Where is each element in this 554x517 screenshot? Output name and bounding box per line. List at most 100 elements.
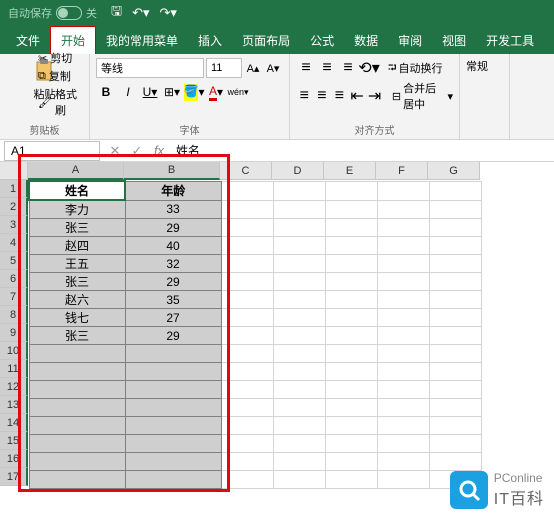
cell-E15[interactable] [325, 435, 377, 453]
accept-formula-icon[interactable]: ✓ [126, 141, 148, 161]
cell-F13[interactable] [377, 399, 429, 417]
align-bottom-button[interactable]: ≡ [338, 58, 358, 78]
cell-D4[interactable] [273, 237, 325, 255]
cell-C13[interactable] [221, 399, 273, 417]
row-header-15[interactable]: 15 [0, 432, 28, 450]
cell-C6[interactable] [221, 273, 273, 291]
row-header-16[interactable]: 16 [0, 450, 28, 468]
cell-C4[interactable] [221, 237, 273, 255]
cell-E5[interactable] [325, 255, 377, 273]
row-header-9[interactable]: 9 [0, 324, 28, 342]
cell-A11[interactable] [29, 363, 125, 381]
row-header-1[interactable]: 1 [0, 180, 28, 198]
align-center-button[interactable]: ≡ [314, 86, 331, 106]
cell-G4[interactable] [429, 237, 481, 255]
cell-D11[interactable] [273, 363, 325, 381]
cell-F10[interactable] [377, 345, 429, 363]
cell-B2[interactable]: 33 [125, 200, 221, 219]
cell-C15[interactable] [221, 435, 273, 453]
align-right-button[interactable]: ≡ [331, 86, 348, 106]
cell-G14[interactable] [429, 417, 481, 435]
cell-G12[interactable] [429, 381, 481, 399]
cell-C16[interactable] [221, 453, 273, 471]
cell-D10[interactable] [273, 345, 325, 363]
cell-A14[interactable] [29, 417, 125, 435]
border-button[interactable]: ⊞▾ [162, 82, 182, 102]
cell-B10[interactable] [125, 345, 221, 363]
orientation-button[interactable]: ⟲▾ [359, 58, 379, 78]
cell-D12[interactable] [273, 381, 325, 399]
tab-页面布局[interactable]: 页面布局 [232, 27, 300, 54]
row-header-5[interactable]: 5 [0, 252, 28, 270]
cell-F3[interactable] [377, 219, 429, 237]
bold-button[interactable]: B [96, 82, 116, 102]
row-header-8[interactable]: 8 [0, 306, 28, 324]
cell-D17[interactable] [273, 471, 325, 489]
cell-B9[interactable]: 29 [125, 327, 221, 345]
cell-B6[interactable]: 29 [125, 273, 221, 291]
name-box[interactable] [4, 141, 100, 161]
decrease-font-button[interactable]: A▾ [264, 58, 282, 78]
italic-button[interactable]: I [118, 82, 138, 102]
cell-F2[interactable] [377, 200, 429, 219]
copy-button[interactable]: ⧉复制 [38, 68, 83, 84]
cell-G11[interactable] [429, 363, 481, 381]
cell-A1[interactable]: 姓名 [29, 181, 125, 200]
cell-B11[interactable] [125, 363, 221, 381]
select-all-cell[interactable] [0, 162, 28, 180]
cell-B5[interactable]: 32 [125, 255, 221, 273]
cell-E6[interactable] [325, 273, 377, 291]
cell-A5[interactable]: 王五 [29, 255, 125, 273]
cell-E16[interactable] [325, 453, 377, 471]
cell-D8[interactable] [273, 309, 325, 327]
cell-B16[interactable] [125, 453, 221, 471]
cell-C11[interactable] [221, 363, 273, 381]
save-icon[interactable]: 🖫 [111, 2, 122, 24]
phonetic-button[interactable]: wén▾ [228, 82, 248, 102]
cell-G13[interactable] [429, 399, 481, 417]
cell-G1[interactable] [429, 181, 481, 200]
cell-B14[interactable] [125, 417, 221, 435]
wrap-text-button[interactable]: ⮒自动换行 [388, 59, 443, 78]
cell-F12[interactable] [377, 381, 429, 399]
cancel-formula-icon[interactable]: ✕ [104, 141, 126, 161]
cell-F1[interactable] [377, 181, 429, 200]
tab-我的常用菜单[interactable]: 我的常用菜单 [96, 27, 188, 54]
cell-B8[interactable]: 27 [125, 309, 221, 327]
format-painter-button[interactable]: 🖌格式刷 [38, 86, 83, 118]
cell-C10[interactable] [221, 345, 273, 363]
row-header-2[interactable]: 2 [0, 198, 28, 216]
cell-B15[interactable] [125, 435, 221, 453]
cell-E7[interactable] [325, 291, 377, 309]
number-format-label[interactable]: 常规 [466, 58, 503, 74]
cell-A4[interactable]: 赵四 [29, 237, 125, 255]
cell-A6[interactable]: 张三 [29, 273, 125, 291]
cell-A2[interactable]: 李力 [29, 200, 125, 219]
cell-E13[interactable] [325, 399, 377, 417]
cell-G7[interactable] [429, 291, 481, 309]
cell-C14[interactable] [221, 417, 273, 435]
fill-color-button[interactable]: 🪣▾ [184, 82, 204, 102]
cell-E8[interactable] [325, 309, 377, 327]
cell-F6[interactable] [377, 273, 429, 291]
cell-D1[interactable] [273, 181, 325, 200]
row-header-13[interactable]: 13 [0, 396, 28, 414]
merge-center-button[interactable]: ⊟合并后居中▾ [392, 80, 453, 112]
fx-icon[interactable]: fx [148, 141, 170, 161]
cell-G15[interactable] [429, 435, 481, 453]
col-header-A[interactable]: A [28, 162, 124, 180]
row-header-7[interactable]: 7 [0, 288, 28, 306]
cell-E14[interactable] [325, 417, 377, 435]
increase-indent-button[interactable]: ⇥ [366, 86, 383, 106]
cell-B7[interactable]: 35 [125, 291, 221, 309]
cell-E3[interactable] [325, 219, 377, 237]
align-top-button[interactable]: ≡ [296, 58, 316, 78]
cell-G10[interactable] [429, 345, 481, 363]
cell-F16[interactable] [377, 453, 429, 471]
cell-B3[interactable]: 29 [125, 219, 221, 237]
cell-C8[interactable] [221, 309, 273, 327]
font-name-input[interactable] [96, 58, 204, 78]
cell-D13[interactable] [273, 399, 325, 417]
cell-B4[interactable]: 40 [125, 237, 221, 255]
col-header-B[interactable]: B [124, 162, 220, 180]
